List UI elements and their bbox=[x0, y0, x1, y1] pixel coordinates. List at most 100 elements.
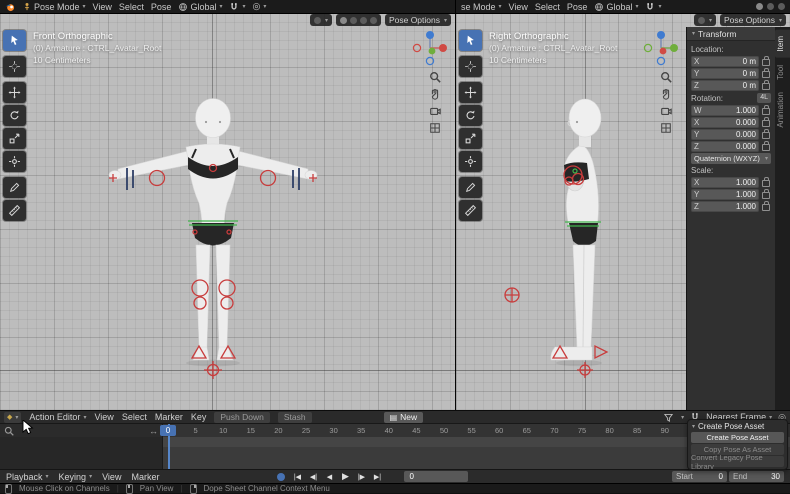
pan-hand-icon[interactable] bbox=[660, 88, 672, 100]
pose-options-dropdown[interactable]: Pose Options ▾ bbox=[385, 14, 451, 26]
lock-icon[interactable] bbox=[762, 108, 770, 115]
rotation-mode-dropdown[interactable]: Quaternion (WXYZ) ▾ bbox=[691, 153, 771, 164]
rotation-z-field[interactable]: Z0.000 bbox=[691, 141, 759, 152]
tool-rotate-button[interactable] bbox=[3, 105, 26, 126]
frame-start-field[interactable]: Start0 bbox=[672, 471, 727, 482]
mode-dropdown[interactable]: se Mode ▾ bbox=[461, 2, 502, 12]
menu-select[interactable]: Select bbox=[119, 2, 144, 12]
overlays-toggle[interactable]: ▾ bbox=[310, 14, 332, 26]
previous-keyframe-button[interactable]: ◀| bbox=[306, 471, 320, 482]
zoom-icon[interactable] bbox=[429, 71, 441, 83]
orthographic-grid-icon[interactable] bbox=[429, 122, 441, 134]
filter-funnel-icon[interactable] bbox=[663, 412, 674, 423]
menu-select[interactable]: Select bbox=[535, 2, 560, 12]
tool-tweak-button[interactable] bbox=[459, 30, 482, 51]
camera-icon[interactable] bbox=[429, 105, 441, 117]
snap-dropdown[interactable]: ▾ bbox=[229, 2, 245, 12]
stash-button[interactable]: Stash bbox=[278, 412, 312, 423]
viewport-front[interactable]: ▾ Pose Options ▾ Front Orthographic (0) … bbox=[0, 13, 456, 410]
scale-z-field[interactable]: Z1.000 bbox=[691, 201, 759, 212]
current-frame-indicator[interactable]: 0 bbox=[160, 425, 176, 436]
menu-view[interactable]: View bbox=[94, 412, 113, 422]
scale-x-field[interactable]: X1.000 bbox=[691, 177, 759, 188]
menu-select[interactable]: Select bbox=[122, 412, 147, 422]
tool-tweak-button[interactable] bbox=[3, 30, 26, 51]
tool-scale-button[interactable] bbox=[3, 128, 26, 149]
dopesheet-mode-dropdown[interactable]: Action Editor ▾ bbox=[29, 412, 86, 422]
next-keyframe-button[interactable]: |▶ bbox=[354, 471, 368, 482]
menu-marker[interactable]: Marker bbox=[131, 472, 159, 482]
rotation-mode-badge[interactable]: 4L bbox=[757, 93, 771, 103]
overlays-toggle[interactable]: ▾ bbox=[694, 14, 716, 26]
mode-dropdown[interactable]: Pose Mode ▾ bbox=[22, 2, 86, 12]
pose-character-side[interactable] bbox=[495, 95, 645, 387]
navigation-gizmo[interactable] bbox=[642, 29, 680, 67]
pan-hand-icon[interactable] bbox=[429, 88, 441, 100]
pose-character-front[interactable] bbox=[106, 95, 320, 387]
menu-playback[interactable]: Playback▾ bbox=[6, 472, 49, 482]
shading-rendered-icon[interactable] bbox=[778, 3, 785, 10]
snap-dropdown[interactable]: ▾ bbox=[645, 2, 661, 12]
proportional-edit-dropdown[interactable]: ◎ ▾ bbox=[252, 1, 266, 12]
camera-icon[interactable] bbox=[660, 105, 672, 117]
editor-type-dropdown[interactable]: ◆ ▾ bbox=[4, 412, 21, 423]
tool-annotate-button[interactable] bbox=[459, 177, 482, 198]
push-down-button[interactable]: Push Down bbox=[214, 412, 269, 423]
create-pose-asset-button[interactable]: Create Pose Asset bbox=[691, 432, 784, 443]
menu-pose[interactable]: Pose bbox=[567, 2, 588, 12]
pose-options-dropdown[interactable]: Pose Options ▾ bbox=[720, 14, 786, 26]
tool-move-button[interactable] bbox=[3, 82, 26, 103]
menu-keying[interactable]: Keying▾ bbox=[59, 472, 93, 482]
shading-material-icon[interactable] bbox=[767, 3, 774, 10]
menu-marker[interactable]: Marker bbox=[155, 412, 183, 422]
lock-icon[interactable] bbox=[762, 204, 770, 211]
tool-annotate-button[interactable] bbox=[3, 177, 26, 198]
lock-icon[interactable] bbox=[762, 120, 770, 127]
jump-to-end-button[interactable]: ▶| bbox=[370, 471, 384, 482]
scale-y-field[interactable]: Y1.000 bbox=[691, 189, 759, 200]
orientation-dropdown[interactable]: Global ▾ bbox=[178, 2, 222, 12]
lock-icon[interactable] bbox=[762, 132, 770, 139]
menu-view[interactable]: View bbox=[509, 2, 528, 12]
jump-to-start-button[interactable]: |◀ bbox=[290, 471, 304, 482]
rotation-w-field[interactable]: W1.000 bbox=[691, 105, 759, 116]
tool-transform-button[interactable] bbox=[3, 151, 26, 172]
lock-icon[interactable] bbox=[762, 71, 770, 78]
rotation-x-field[interactable]: X0.000 bbox=[691, 117, 759, 128]
new-action-button[interactable]: ▤ New bbox=[384, 412, 424, 423]
tab-animation[interactable]: Animation bbox=[775, 86, 790, 134]
pose-asset-panel-header[interactable]: ▾ Create Pose Asset bbox=[691, 421, 784, 432]
blender-logo-icon[interactable] bbox=[5, 2, 15, 12]
tool-measure-button[interactable] bbox=[459, 200, 482, 221]
current-frame-field[interactable]: 0 bbox=[404, 471, 468, 482]
orthographic-grid-icon[interactable] bbox=[660, 122, 672, 134]
tool-move-button[interactable] bbox=[459, 82, 482, 103]
channel-list[interactable] bbox=[0, 437, 163, 469]
tool-transform-button[interactable] bbox=[459, 151, 482, 172]
tool-measure-button[interactable] bbox=[3, 200, 26, 221]
shading-solid-icon[interactable] bbox=[756, 3, 763, 10]
zoom-icon[interactable] bbox=[660, 71, 672, 83]
shading-mode-switcher[interactable] bbox=[336, 14, 381, 26]
location-x-field[interactable]: X0 m bbox=[691, 56, 759, 67]
tool-cursor-button[interactable] bbox=[3, 56, 26, 77]
rotation-y-field[interactable]: Y0.000 bbox=[691, 129, 759, 140]
play-button[interactable]: ▶ bbox=[338, 471, 352, 482]
lock-icon[interactable] bbox=[762, 59, 770, 66]
play-reverse-button[interactable]: ◀ bbox=[322, 471, 336, 482]
search-icon[interactable] bbox=[4, 426, 14, 436]
tool-scale-button[interactable] bbox=[459, 128, 482, 149]
frame-end-field[interactable]: End30 bbox=[729, 471, 784, 482]
viewport-right[interactable]: ▾ Pose Options ▾ Right Orthographic (0) … bbox=[456, 13, 790, 410]
menu-pose[interactable]: Pose bbox=[151, 2, 172, 12]
tab-item[interactable]: Item bbox=[775, 30, 790, 58]
orientation-dropdown[interactable]: Global ▾ bbox=[594, 2, 638, 12]
lock-icon[interactable] bbox=[762, 83, 770, 90]
lock-icon[interactable] bbox=[762, 180, 770, 187]
location-z-field[interactable]: Z0 m bbox=[691, 80, 759, 91]
tool-rotate-button[interactable] bbox=[459, 105, 482, 126]
menu-view[interactable]: View bbox=[102, 472, 121, 482]
menu-view[interactable]: View bbox=[93, 2, 112, 12]
location-y-field[interactable]: Y0 m bbox=[691, 68, 759, 79]
transform-panel-header[interactable]: ▾ Transform bbox=[687, 27, 775, 41]
